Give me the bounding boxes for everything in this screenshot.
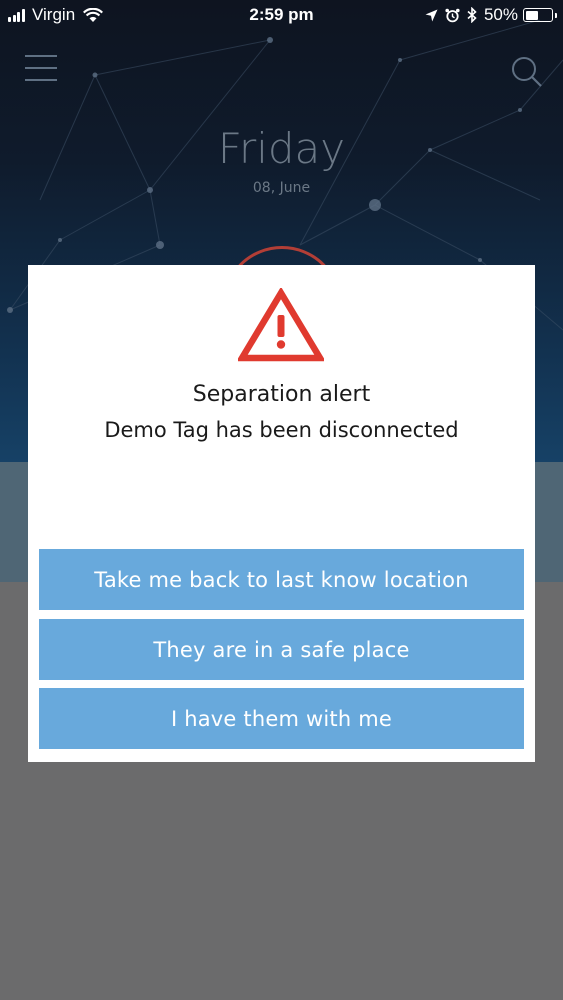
have-them-with-me-button[interactable]: I have them with me [39, 688, 524, 749]
separation-alert-dialog: Separation alert Demo Tag has been disco… [28, 265, 535, 762]
back-to-last-location-button[interactable]: Take me back to last know location [39, 549, 524, 610]
battery-percent: 50% [483, 5, 518, 24]
date-subtitle: 08, June [252, 180, 311, 196]
day-title: Friday [217, 124, 346, 173]
warning-triangle-icon [238, 288, 324, 362]
location-arrow-icon [425, 9, 438, 22]
bluetooth-icon [467, 7, 477, 23]
alert-title: Separation alert [192, 382, 371, 407]
alert-message: Demo Tag has been disconnected [104, 418, 459, 442]
alarm-icon [445, 8, 460, 23]
safe-place-button[interactable]: They are in a safe place [39, 619, 524, 680]
battery-icon [523, 8, 557, 22]
status-bar: Virgin 2:59 pm 50% [0, 0, 563, 30]
hamburger-menu-icon[interactable] [25, 55, 57, 83]
search-icon[interactable] [510, 55, 544, 89]
